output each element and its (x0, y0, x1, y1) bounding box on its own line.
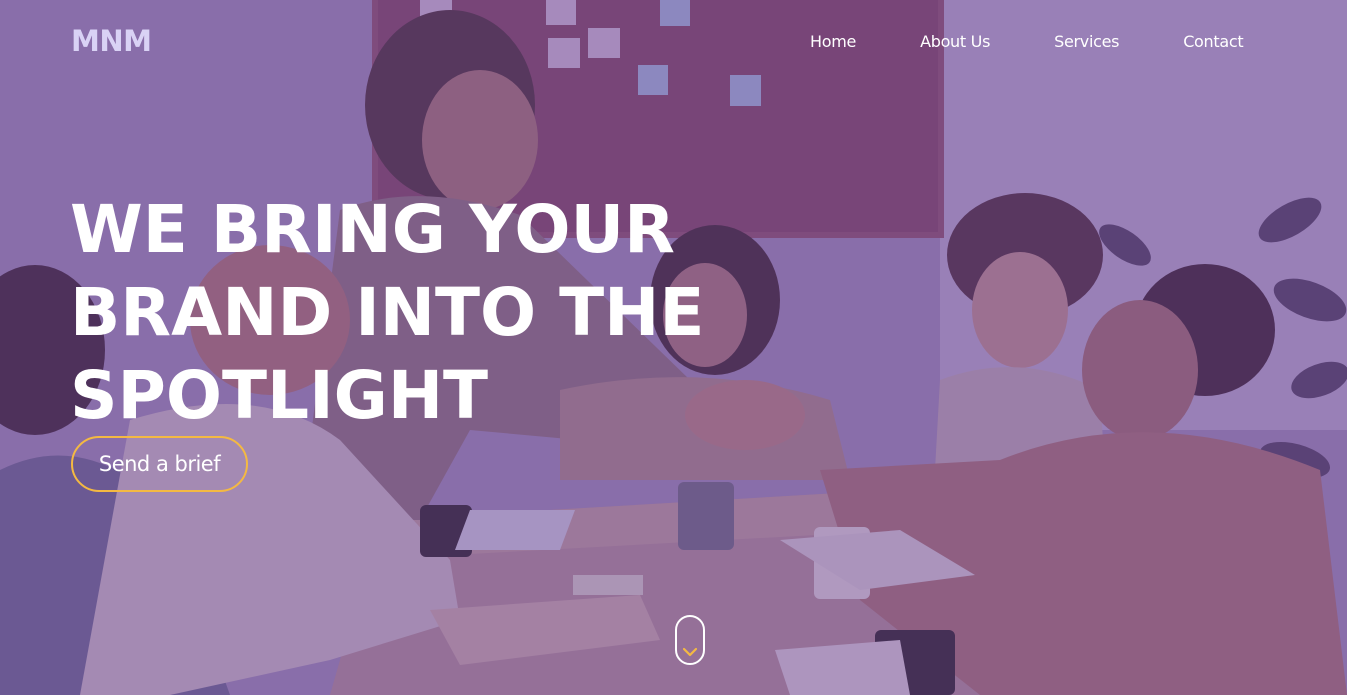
scroll-down-indicator[interactable] (675, 615, 705, 665)
headline-line-2: BRAND INTO THE (70, 274, 705, 351)
headline-line-3: SPOTLIGHT (70, 357, 489, 434)
chevron-down-icon (683, 647, 697, 657)
nav-item-about-us[interactable]: About Us (920, 32, 990, 51)
headline-line-1: WE BRING YOUR (70, 191, 675, 268)
main-nav: Home About Us Services Contact (810, 32, 1244, 51)
nav-item-services[interactable]: Services (1054, 32, 1119, 51)
nav-item-home[interactable]: Home (810, 32, 856, 51)
hero-section: MNM Home About Us Services Contact WE BR… (0, 0, 1347, 695)
hero-headline: WE BRING YOUR BRAND INTO THE SPOTLIGHT (70, 188, 810, 437)
nav-item-contact[interactable]: Contact (1183, 32, 1243, 51)
brand-logo[interactable]: MNM (71, 24, 152, 58)
send-brief-button[interactable]: Send a brief (71, 436, 248, 492)
